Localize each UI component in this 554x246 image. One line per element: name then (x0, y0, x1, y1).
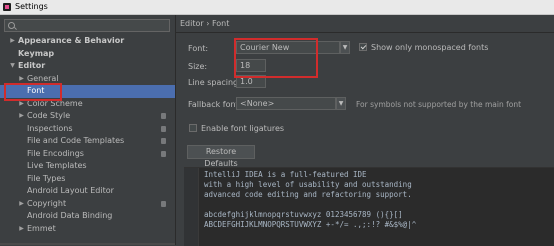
tree-item-file-types[interactable]: File Types (0, 173, 175, 186)
tree-item-label: Android Data Binding (27, 211, 113, 220)
app-icon (3, 3, 11, 11)
window-title: Settings (15, 2, 48, 11)
tree-item-label: Code Style (27, 111, 71, 120)
collapsed-arrow-icon[interactable]: ▶ (18, 198, 25, 211)
tree-item-keymap[interactable]: Keymap (0, 48, 175, 61)
settings-tree: ▶ Appearance & Behavior Keymap ▼ Editor ▶ Gene… (0, 35, 175, 235)
fallback-font-combo[interactable]: <None> (236, 97, 336, 110)
tree-item-appearance-behavior[interactable]: ▶ Appearance & Behavior (0, 35, 175, 48)
tree-item-label: Copyright (27, 198, 67, 208)
show-monospaced-label: Show only monospaced fonts (371, 43, 489, 52)
tree-item-label: Appearance & Behavior (18, 36, 125, 45)
font-settings-panel: Editor › Font Font: Courier New ▼ Show o… (176, 15, 554, 246)
project-settings-icon (161, 150, 166, 157)
restore-defaults-button[interactable]: Restore Defaults (187, 145, 255, 168)
fallback-font-value: <None> (240, 99, 275, 108)
settings-sidebar: ▶ Appearance & Behavior Keymap ▼ Editor ▶ Gene… (0, 15, 176, 245)
tree-item-label: Android Layout Editor (27, 186, 114, 195)
project-settings-icon (161, 200, 166, 207)
project-settings-icon (161, 138, 166, 144)
preview-line: advanced code editing and refactoring su… (204, 190, 412, 199)
font-size-highlight-box (234, 38, 318, 78)
line-spacing-label: Line spacing: (188, 78, 241, 87)
settings-search-field[interactable] (4, 19, 170, 32)
tree-item-android-layout-editor[interactable]: Android Layout Editor (0, 185, 175, 198)
tree-item-code-style[interactable]: ▶ Code Style (0, 110, 175, 123)
show-monospaced-checkbox[interactable] (359, 43, 367, 51)
expanded-arrow-icon[interactable]: ▼ (9, 60, 16, 73)
enable-ligatures-checkbox[interactable] (189, 124, 197, 132)
preview-line: abcdefghijklmnopqrstuvwxyz 0123456789 ()… (204, 210, 403, 219)
tree-item-label: Keymap (18, 48, 55, 58)
tree-item-emmet[interactable]: ▶ Emmet (0, 223, 175, 236)
tree-item-file-encodings[interactable]: File Encodings (0, 148, 175, 161)
project-settings-icon (161, 113, 166, 119)
search-icon (8, 22, 15, 29)
tree-item-editor[interactable]: ▼ Editor (0, 60, 175, 73)
font-preview[interactable]: IntelliJ IDEA is a full-featured IDE wit… (184, 167, 554, 246)
tree-item-copyright[interactable]: ▶ Copyright (0, 198, 175, 211)
font-dropdown-arrow[interactable]: ▼ (340, 41, 350, 54)
window-titlebar: Settings (0, 0, 554, 15)
tree-item-label: Emmet (27, 223, 56, 233)
fallback-dropdown-arrow[interactable]: ▼ (336, 97, 346, 110)
preview-line: IntelliJ IDEA is a full-featured IDE (204, 170, 367, 179)
collapsed-arrow-icon[interactable]: ▶ (18, 223, 25, 236)
fallback-note: For symbols not supported by the main fo… (356, 100, 522, 109)
tree-item-label: Inspections (27, 123, 73, 133)
tree-item-file-and-code-templates[interactable]: File and Code Templates (0, 135, 175, 148)
tree-item-label: Editor (18, 61, 46, 70)
tree-item-label: File and Code Templates (27, 136, 125, 145)
fallback-font-label: Fallback font: (188, 100, 242, 109)
collapsed-arrow-icon[interactable]: ▶ (9, 35, 16, 48)
font-tree-highlight-box (4, 83, 62, 101)
tree-item-live-templates[interactable]: Live Templates (0, 160, 175, 173)
line-spacing-value: 1.0 (240, 77, 253, 86)
enable-ligatures-label: Enable font ligatures (201, 124, 285, 133)
preview-line: with a high level of usability and outst… (204, 180, 412, 189)
breadcrumb: Editor › Font (180, 19, 230, 28)
tree-item-label: File Encodings (27, 148, 84, 158)
tree-item-label: Live Templates (27, 161, 87, 170)
font-label: Font: (188, 44, 209, 53)
collapsed-arrow-icon[interactable]: ▶ (18, 110, 25, 123)
preview-line: ABCDEFGHIJKLMNOPQRSTUVWXYZ +-*/= .,;:!? … (204, 220, 417, 229)
divider (176, 32, 554, 33)
tree-item-label: File Types (27, 173, 66, 183)
preview-gutter (184, 168, 199, 246)
size-label: Size: (188, 62, 208, 71)
tree-item-android-data-binding[interactable]: Android Data Binding (0, 210, 175, 223)
restore-defaults-label: Restore Defaults (204, 147, 238, 168)
tree-item-inspections[interactable]: Inspections (0, 123, 175, 136)
project-settings-icon (161, 125, 166, 132)
